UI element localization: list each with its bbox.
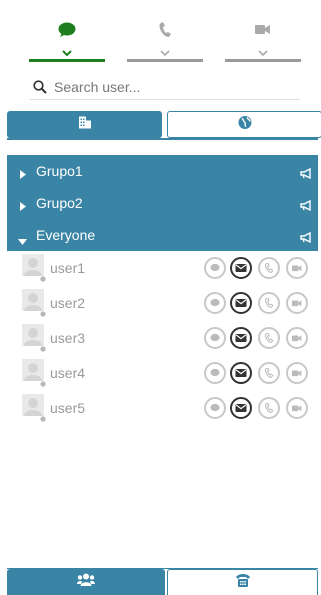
avatar [22, 324, 46, 352]
tab-video[interactable] [225, 18, 301, 62]
megaphone-icon[interactable] [300, 198, 312, 216]
call-icon [265, 298, 274, 308]
call-icon [265, 263, 274, 273]
call-icon [265, 403, 274, 413]
tab-chat[interactable] [29, 18, 105, 62]
caret-right-icon [20, 198, 26, 216]
chat-icon [210, 368, 220, 377]
user-name: user4 [50, 365, 86, 381]
call-button[interactable] [258, 397, 280, 419]
chat-button[interactable] [204, 292, 226, 314]
call-icon [265, 368, 274, 378]
list-item[interactable]: user5 [7, 392, 318, 426]
phonebook-icon [235, 573, 251, 593]
chat-button[interactable] [204, 257, 226, 279]
email-icon [235, 404, 247, 412]
user-name: user1 [50, 260, 86, 276]
video-button[interactable] [286, 397, 308, 419]
chat-bubble-icon [58, 22, 76, 43]
video-icon [292, 300, 302, 307]
video-button[interactable] [286, 327, 308, 349]
avatar [22, 394, 46, 422]
email-button[interactable] [230, 327, 252, 349]
avatar [22, 359, 46, 387]
call-button[interactable] [258, 257, 280, 279]
users-group-icon [77, 573, 95, 591]
megaphone-icon[interactable] [300, 166, 312, 184]
chat-icon [210, 333, 220, 342]
search-box [30, 77, 300, 100]
video-button[interactable] [286, 257, 308, 279]
group-name: Grupo1 [36, 163, 83, 179]
search-input[interactable] [54, 77, 294, 97]
email-button[interactable] [230, 362, 252, 384]
call-button[interactable] [258, 327, 280, 349]
video-icon [292, 405, 302, 412]
video-icon [292, 265, 302, 272]
list-item[interactable]: user2 [7, 287, 318, 321]
avatar [22, 254, 46, 282]
user-name: user5 [50, 400, 86, 416]
group-name: Grupo2 [36, 195, 83, 211]
email-icon [235, 369, 247, 377]
video-icon [292, 335, 302, 342]
list-item[interactable]: user3 [7, 322, 318, 356]
email-icon [235, 299, 247, 307]
bottom-tab-contacts[interactable] [7, 569, 165, 595]
email-button[interactable] [230, 292, 252, 314]
avatar [22, 289, 46, 317]
list-item[interactable]: user4 [7, 357, 318, 391]
search-icon [33, 80, 47, 99]
group-row[interactable]: Grupo1 [7, 155, 318, 187]
video-button[interactable] [286, 292, 308, 314]
video-icon [292, 370, 302, 377]
chat-button[interactable] [204, 397, 226, 419]
email-button[interactable] [230, 397, 252, 419]
user-name: user3 [50, 330, 86, 346]
group-row[interactable]: Grupo2 [7, 187, 318, 219]
bottom-tab-phonebook[interactable] [167, 569, 318, 595]
globe-icon [238, 115, 252, 134]
email-button[interactable] [230, 257, 252, 279]
group-name: Everyone [36, 227, 96, 243]
phone-icon [158, 22, 172, 43]
call-button[interactable] [258, 362, 280, 384]
building-icon [78, 115, 92, 134]
video-camera-icon [255, 22, 271, 41]
group-row[interactable]: Everyone [7, 219, 318, 251]
chat-icon [210, 298, 220, 307]
filter-tab-organization[interactable] [7, 111, 162, 138]
chat-button[interactable] [204, 362, 226, 384]
chat-icon [210, 403, 220, 412]
call-icon [265, 333, 274, 343]
megaphone-icon[interactable] [300, 230, 312, 248]
caret-right-icon [20, 166, 26, 184]
chat-icon [210, 263, 220, 272]
filter-tab-global[interactable] [167, 111, 321, 138]
caret-down-icon [18, 232, 27, 250]
email-icon [235, 334, 247, 342]
email-icon [235, 264, 247, 272]
call-button[interactable] [258, 292, 280, 314]
chat-button[interactable] [204, 327, 226, 349]
user-name: user2 [50, 295, 86, 311]
tab-calls[interactable] [127, 18, 203, 62]
video-button[interactable] [286, 362, 308, 384]
list-item[interactable]: user1 [7, 252, 318, 286]
